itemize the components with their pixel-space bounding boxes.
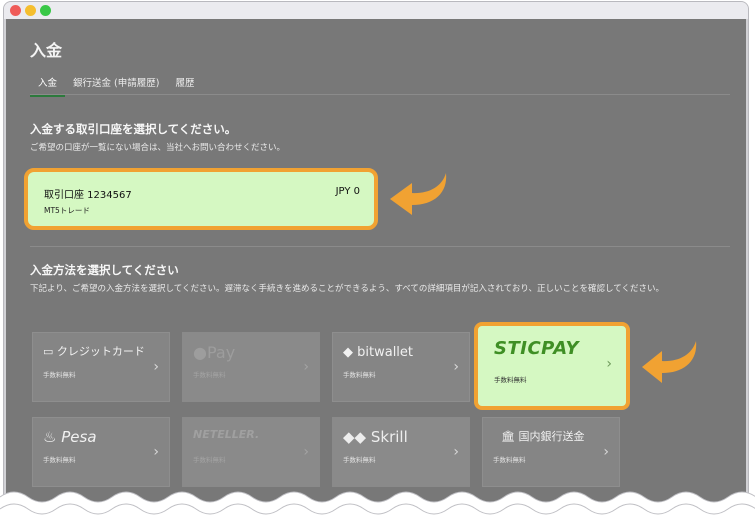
account-balance: JPY 0 xyxy=(335,186,360,197)
bitwallet-icon: ◆ xyxy=(343,345,353,360)
chevron-right-icon: › xyxy=(153,359,159,375)
tabs-divider xyxy=(30,94,730,95)
chevron-right-icon: › xyxy=(606,356,612,372)
maximize-window-icon[interactable] xyxy=(40,5,51,16)
chevron-right-icon: › xyxy=(153,444,159,460)
sticpay-logo: STICPAY xyxy=(494,338,580,359)
method-fee: 手数料無料 xyxy=(43,371,76,379)
method-apple-pay[interactable]: ●Pay 手数料無料 › xyxy=(182,332,320,402)
chevron-right-icon: › xyxy=(453,359,459,375)
method-skrill-label: ◆◆ Skrill xyxy=(343,428,408,446)
method-fee: 手数料無料 xyxy=(193,456,226,464)
pesa-icon: ♨ xyxy=(43,428,57,446)
method-pesa-label: ♨ Pesa xyxy=(43,428,97,446)
apple-icon: ● xyxy=(193,343,207,362)
account-section-title: 入金する取引口座を選択してください。 xyxy=(30,122,237,136)
method-bitwallet-label: ◆ bitwallet xyxy=(343,345,414,360)
method-sticpay[interactable]: STICPAY 手数料無料 › xyxy=(474,322,630,410)
chevron-right-icon: › xyxy=(603,444,609,460)
method-fee: 手数料無料 xyxy=(343,371,376,379)
torn-edge-decoration xyxy=(0,491,755,525)
method-skrill[interactable]: ◆◆ Skrill 手数料無料 › xyxy=(332,417,470,487)
pointer-arrow-icon xyxy=(390,173,447,215)
method-credit-card-label: ▭ クレジットカード xyxy=(43,345,145,358)
trading-account-card[interactable]: 取引口座 1234567 MT5トレード JPY 0 xyxy=(24,168,378,230)
close-window-icon[interactable] xyxy=(10,5,21,16)
method-apple-pay-label: ●Pay xyxy=(193,343,236,362)
method-domestic-bank-label: 🏛 国内銀行送金 xyxy=(501,430,585,443)
method-fee: 手数料無料 xyxy=(343,456,376,464)
neteller-logo: NETELLER. xyxy=(193,428,260,441)
method-pesa[interactable]: ♨ Pesa 手数料無料 › xyxy=(32,417,170,487)
skrill-icon: ◆◆ xyxy=(343,428,367,446)
account-name: 取引口座 1234567 xyxy=(44,190,132,201)
chevron-right-icon: › xyxy=(303,444,309,460)
bank-icon: 🏛 xyxy=(501,430,515,443)
method-bitwallet[interactable]: ◆ bitwallet 手数料無料 › xyxy=(332,332,470,402)
method-fee: 手数料無料 xyxy=(494,376,527,384)
method-neteller[interactable]: NETELLER. 手数料無料 › xyxy=(182,417,320,487)
minimize-window-icon[interactable] xyxy=(25,5,36,16)
page-title: 入金 xyxy=(30,41,63,60)
method-domestic-bank-transfer[interactable]: 🏛 国内銀行送金 手数料無料 › xyxy=(482,417,620,487)
chevron-right-icon: › xyxy=(303,359,309,375)
browser-window: 入金 入金 銀行送金 (申請履歴) 履歴 入金する取引口座を選択してください。 … xyxy=(4,2,748,517)
window-titlebar xyxy=(4,2,748,19)
method-credit-card[interactable]: ▭ クレジットカード 手数料無料 › xyxy=(32,332,170,402)
method-section-subtitle: 下記より、ご希望の入金方法を選択してください。遅滞なく手続きを進めることができる… xyxy=(30,284,665,294)
section-divider xyxy=(30,246,730,247)
account-type: MT5トレード xyxy=(44,206,90,215)
pointer-arrow-icon xyxy=(642,341,697,383)
deposit-page: 入金 入金 銀行送金 (申請履歴) 履歴 入金する取引口座を選択してください。 … xyxy=(6,19,746,517)
method-fee: 手数料無料 xyxy=(43,456,76,464)
method-fee: 手数料無料 xyxy=(193,371,226,379)
method-fee: 手数料無料 xyxy=(493,456,526,464)
credit-card-icon: ▭ xyxy=(43,345,54,358)
chevron-right-icon: › xyxy=(453,444,459,460)
method-section-title: 入金方法を選択してください xyxy=(30,263,179,277)
account-section-subtitle: ご希望の口座が一覧にない場合は、当社へお問い合わせください。 xyxy=(30,143,286,153)
